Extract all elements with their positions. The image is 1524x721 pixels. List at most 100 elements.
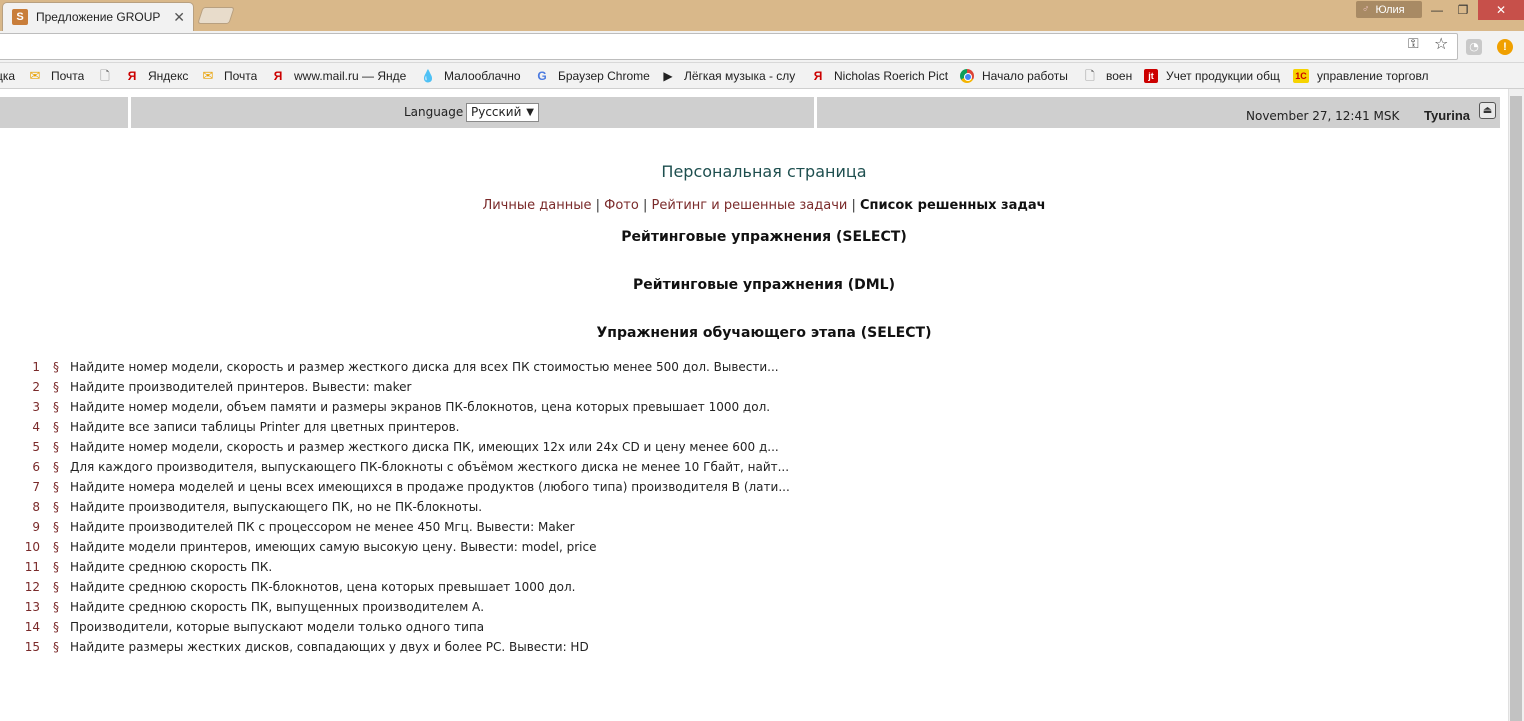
scrollbar-thumb[interactable] [1510,96,1522,721]
task-description[interactable]: Для каждого производителя, выпускающего … [70,459,789,475]
bookmark-item[interactable]: ✉ Почта [27,68,85,84]
task-description[interactable]: Найдите номера моделей и цены всех имеющ… [70,479,790,495]
mail-icon: ✉ [29,68,41,83]
task-row: 3 § Найдите номер модели, объем памяти и р… [0,399,1500,419]
task-link-icon[interactable]: § [53,599,59,615]
language-select[interactable]: Русский ▼ [466,103,539,122]
browser-tab[interactable]: S Предложение GROUP B ✕ [2,2,194,31]
bookmark-label: Учет продукции общ [1166,69,1280,83]
task-link-icon[interactable]: § [53,419,59,435]
bookmark-item[interactable]: G Браузер Chrome [534,68,650,84]
bookmarks-bar: цка ✉ Почта 🗋 Я Яндекс ✉ Почта Я www.mai… [0,63,1524,89]
page-title: Персональная страница [661,162,867,181]
task-description[interactable]: Найдите модели принтеров, имеющих самую … [70,539,596,555]
bookmark-label: управление торговл [1317,69,1429,83]
task-link-icon[interactable]: § [53,579,59,595]
bookmark-item[interactable]: ▶ Лёгкая музыка - слу [660,68,798,84]
google-icon: G [537,69,547,83]
tab-close-icon[interactable]: ✕ [173,9,185,26]
bookmark-item[interactable]: 1С управление торговл [1293,68,1431,84]
task-link-icon[interactable]: § [53,499,59,515]
task-description[interactable]: Найдите среднюю скорость ПК, выпущенных … [70,599,484,615]
task-description[interactable]: Производители, которые выпускают модели … [70,619,484,635]
profile-icon: ♂ [1362,4,1370,15]
task-link-icon[interactable]: § [53,479,59,495]
bookmark-item[interactable]: 💧 Малооблачно [420,68,521,84]
new-tab-button[interactable] [197,7,235,24]
task-number: 13 [24,600,40,614]
profile-button[interactable]: ♂ Юлия [1356,1,1422,18]
doc-icon: 🗋 [1085,69,1095,83]
bookmark-label: Малооблачно [444,69,521,83]
bookmark-label: Nicholas Roerich Pict [834,69,948,83]
minimize-button[interactable]: — [1424,0,1450,20]
username[interactable]: Tyurina [1424,108,1470,123]
task-link-icon[interactable]: § [53,619,59,635]
task-row: 9 § Найдите производителей ПК с процессоро… [0,519,1500,539]
nav-personal-link[interactable]: Личные данные [482,198,591,213]
profile-nav: Личные данные | Фото | Рейтинг и решенны… [0,198,1524,213]
yandex-icon: Я [127,69,137,83]
task-row: 5 § Найдите номер модели, скорость и разме… [0,439,1500,459]
rss-icon[interactable]: ◔ [1466,39,1482,55]
task-description[interactable]: Найдите номер модели, скорость и размер … [70,359,779,375]
key-icon[interactable]: ⚿ [1408,36,1419,52]
nav-solved-current: Список решенных задач [860,198,1046,213]
task-link-icon[interactable]: § [53,519,59,535]
task-row: 2 § Найдите производителей принтеров. Выве… [0,379,1500,399]
bookmark-item[interactable]: Я Nicholas Roerich Pict [810,68,948,84]
close-window-button[interactable]: ✕ [1478,0,1524,20]
task-description[interactable]: Найдите производителя, выпускающего ПК, … [70,499,482,515]
task-description[interactable]: Найдите номер модели, скорость и размер … [70,439,779,455]
bookmark-item[interactable]: цка [0,68,15,84]
task-description[interactable]: Найдите производителей ПК с процессором … [70,519,575,535]
nav-photo-link[interactable]: Фото [604,198,639,213]
task-link-icon[interactable]: § [53,399,59,415]
bookmark-item[interactable]: jt Учет продукции общ [1144,68,1282,84]
section-heading-rating-dml: Рейтинговые упражнения (DML) [633,277,895,293]
window-titlebar: S Предложение GROUP B ✕ ♂ Юлия — ❐ ✕ [0,0,1524,31]
task-link-icon[interactable]: § [53,559,59,575]
bookmark-item[interactable]: Я Яндекс [124,68,189,84]
task-link-icon[interactable]: § [53,459,59,475]
bookmark-item[interactable]: 🗋 воен [1082,68,1132,84]
browser-toolbar: ⚿ ☆ ◔ ! [0,31,1524,63]
alert-icon[interactable]: ! [1497,39,1513,55]
datetime: November 27, 12:41 MSK [1246,109,1400,123]
bookmark-label: Браузер Chrome [558,69,650,83]
task-link-icon[interactable]: § [53,539,59,555]
task-row: 7 § Найдите номера моделей и цены всех име… [0,479,1500,499]
task-row: 4 § Найдите все записи таблицы Printer для… [0,419,1500,439]
task-description[interactable]: Найдите среднюю скорость ПК. [70,559,272,575]
task-number: 4 [32,420,40,434]
bookmark-label: Почта [224,69,258,83]
task-description[interactable]: Найдите среднюю скорость ПК-блокнотов, ц… [70,579,575,595]
bookmark-label: Начало работы [982,69,1068,83]
bookmark-star-icon[interactable]: ☆ [1434,34,1448,53]
logout-icon[interactable]: ⏏ [1479,102,1496,119]
task-description[interactable]: Найдите номер модели, объем памяти и раз… [70,399,770,415]
task-description[interactable]: Найдите все записи таблицы Printer для ц… [70,419,460,435]
address-bar[interactable] [0,33,1458,60]
restore-button[interactable]: ❐ [1450,0,1476,20]
task-link-icon[interactable]: § [53,359,59,375]
bookmark-label: www.mail.ru — Янде [294,69,407,83]
bookmark-item[interactable]: Начало работы [960,68,1068,84]
task-number: 8 [32,500,40,514]
task-description[interactable]: Найдите размеры жестких дисков, совпадаю… [70,639,589,655]
task-description[interactable]: Найдите производителей принтеров. Вывест… [70,379,411,395]
task-number: 6 [32,460,40,474]
bookmark-item[interactable]: ✉ Почта [200,68,258,84]
task-row: 11 § Найдите среднюю скорость ПК. [0,559,1500,579]
bookmark-item[interactable]: Я www.mail.ru — Янде [270,68,408,84]
doc-icon: 🗋 [100,69,110,83]
bookmark-item[interactable]: 🗋 [97,68,121,84]
task-link-icon[interactable]: § [53,639,59,655]
task-link-icon[interactable]: § [53,379,59,395]
nav-rating-link[interactable]: Рейтинг и решенные задачи [651,198,847,213]
task-number: 3 [32,400,40,414]
bookmark-label: цка [0,69,16,83]
task-link-icon[interactable]: § [53,439,59,455]
weather-icon: 💧 [420,69,436,83]
nav-separator: | [595,198,600,213]
